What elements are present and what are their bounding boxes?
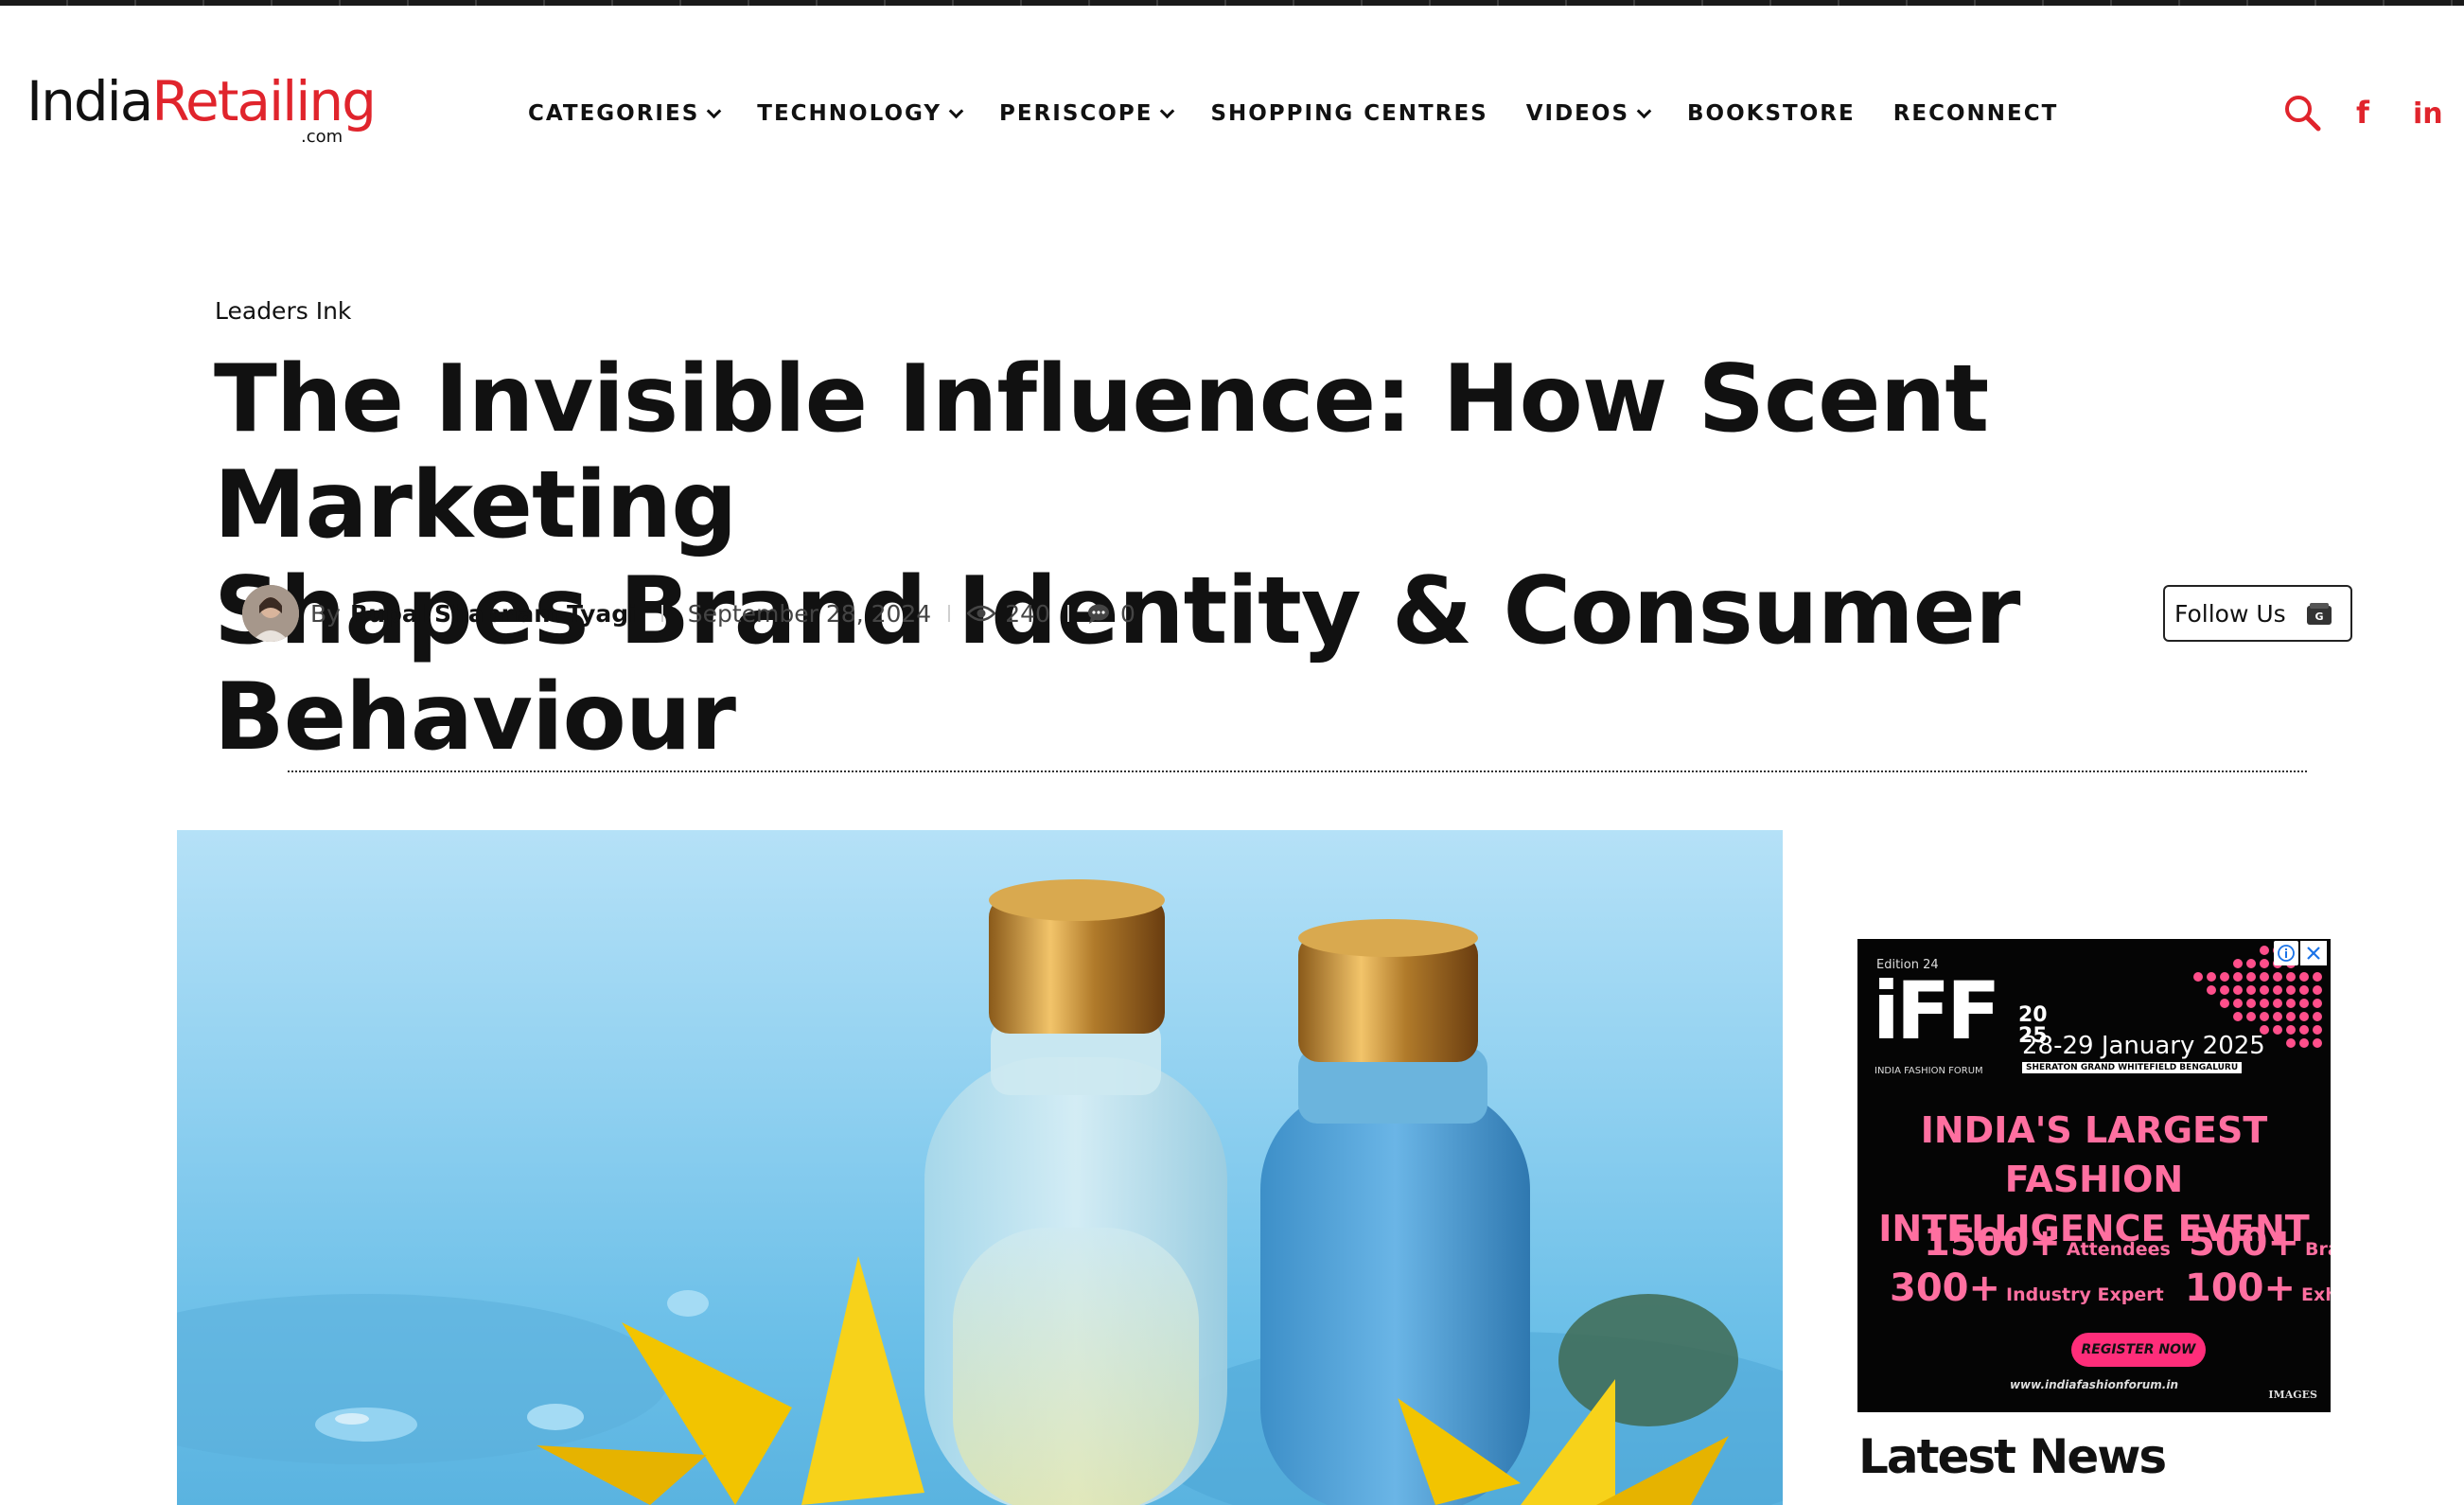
top-strip-pattern bbox=[0, 0, 2464, 6]
meta-separator bbox=[948, 605, 951, 622]
ad-headline-line-1: INDIA'S LARGEST FASHION bbox=[1920, 1109, 2268, 1200]
author-name[interactable]: Rupal Shabnam Tyagi bbox=[350, 600, 637, 628]
view-count: 240 bbox=[1005, 599, 1050, 628]
nav-item-periscope[interactable]: PERISCOPE bbox=[999, 101, 1175, 126]
ad-stat-industry-expert: 300+ Industry Expert bbox=[1890, 1266, 2164, 1310]
meta-separator bbox=[1066, 605, 1069, 622]
ad-url: www.indiafashionforum.in bbox=[2009, 1378, 2179, 1391]
nav-item-bookstore[interactable]: BOOKSTORE bbox=[1687, 101, 1856, 126]
logo-india-text: India bbox=[26, 69, 153, 133]
ad-stat-brands: 500+Brands bbox=[2189, 1221, 2331, 1265]
facebook-icon[interactable]: f bbox=[2356, 95, 2369, 131]
svg-text:G: G bbox=[2314, 611, 2323, 623]
ad-stat-number: 100+ bbox=[2185, 1266, 2297, 1310]
info-icon bbox=[2278, 945, 2295, 962]
logo-retailing-text: Retailing bbox=[151, 69, 377, 133]
ad-stat-number: 500+ bbox=[2189, 1221, 2300, 1265]
search-icon[interactable] bbox=[2282, 93, 2322, 133]
advertisement-iff[interactable]: Edition 24 iFF 20 25 INDIA FASHION FORUM… bbox=[1857, 939, 2331, 1412]
nav-item-technology[interactable]: TECHNOLOGY bbox=[757, 101, 964, 126]
ad-stat-number: 300+ bbox=[1890, 1266, 2001, 1310]
article-title: The Invisible Influence: How Scent Marke… bbox=[214, 346, 2390, 770]
nav-item-label: PERISCOPE bbox=[999, 101, 1153, 126]
ad-stat-exhibitors: 100+Exhibitors bbox=[2185, 1266, 2331, 1310]
article-category[interactable]: Leaders Ink bbox=[215, 297, 351, 325]
ad-forum-name: INDIA FASHION FORUM bbox=[1874, 1066, 1983, 1076]
ad-venue: SHERATON GRAND WHITEFIELD BENGALURU bbox=[2022, 1062, 2243, 1073]
google-news-icon: G bbox=[2307, 603, 2332, 625]
comment-icon[interactable] bbox=[1086, 602, 1111, 625]
close-icon bbox=[2307, 947, 2320, 960]
nav-item-reconnect[interactable]: RECONNECT bbox=[1893, 101, 2059, 126]
site-logo[interactable]: IndiaRetailing .com bbox=[26, 74, 377, 150]
nav-item-categories[interactable]: CATEGORIES bbox=[528, 101, 722, 126]
nav-item-label: CATEGORIES bbox=[528, 101, 700, 126]
nav-item-label: RECONNECT bbox=[1892, 101, 2059, 126]
chevron-down-icon bbox=[948, 103, 964, 118]
ad-stat-attendees: 1500+ Attendees bbox=[1924, 1221, 2171, 1265]
latest-news-heading: Latest News bbox=[1858, 1429, 2167, 1484]
article-title-line-1: The Invisible Influence: How Scent Marke… bbox=[214, 345, 1989, 559]
ad-iff-logo: iFF bbox=[1873, 965, 2001, 1057]
eye-icon bbox=[967, 605, 996, 622]
featured-image bbox=[177, 830, 1783, 1505]
nav-item-label: VIDEOS bbox=[1525, 101, 1630, 126]
author-avatar-image bbox=[242, 585, 299, 642]
follow-us-button[interactable]: Follow Us G bbox=[2163, 585, 2352, 642]
main-nav: CATEGORIES TECHNOLOGY PERISCOPE SHOPPING… bbox=[528, 98, 2096, 129]
linkedin-icon[interactable]: in bbox=[2413, 97, 2443, 131]
ad-stat-number: 1500+ bbox=[1924, 1221, 2061, 1265]
nav-item-label: TECHNOLOGY bbox=[757, 101, 942, 126]
byline-prefix: By bbox=[310, 599, 341, 628]
follow-us-label: Follow Us bbox=[2174, 599, 2286, 628]
nav-item-shopping-centres[interactable]: SHOPPING CENTRES bbox=[1210, 101, 1487, 126]
ad-close-button[interactable] bbox=[2300, 941, 2327, 965]
ad-stat-label: Attendees bbox=[2066, 1239, 2171, 1260]
section-divider bbox=[288, 770, 2307, 772]
ad-year-top: 20 bbox=[2018, 1003, 2048, 1027]
ad-stat-label: Exhibitors bbox=[2301, 1284, 2331, 1305]
comment-count[interactable]: 0 bbox=[1120, 600, 1135, 628]
chevron-down-icon bbox=[707, 103, 722, 118]
ad-images-logo: IMAGES bbox=[2268, 1389, 2317, 1401]
nav-item-label: BOOKSTORE bbox=[1687, 101, 1856, 126]
ad-info-icon[interactable] bbox=[2274, 941, 2298, 965]
meta-separator bbox=[660, 605, 663, 622]
chevron-down-icon bbox=[1160, 103, 1175, 118]
ad-stat-label: Brands bbox=[2305, 1239, 2331, 1260]
featured-image-illustration bbox=[177, 879, 1783, 1505]
nav-item-label: SHOPPING CENTRES bbox=[1210, 101, 1488, 126]
article-meta: By Rupal Shabnam Tyagi September 28, 202… bbox=[242, 583, 1135, 644]
chevron-down-icon bbox=[1636, 103, 1652, 118]
nav-item-videos[interactable]: VIDEOS bbox=[1525, 101, 1652, 126]
logo-wordmark: IndiaRetailing bbox=[26, 74, 377, 129]
author-avatar[interactable] bbox=[242, 585, 299, 642]
logo-com-text: .com bbox=[301, 127, 343, 147]
publish-date: September 28, 2024 bbox=[687, 599, 932, 628]
ad-stat-label: Industry Expert bbox=[2006, 1284, 2164, 1305]
ad-register-button[interactable]: REGISTER NOW bbox=[2071, 1333, 2206, 1367]
